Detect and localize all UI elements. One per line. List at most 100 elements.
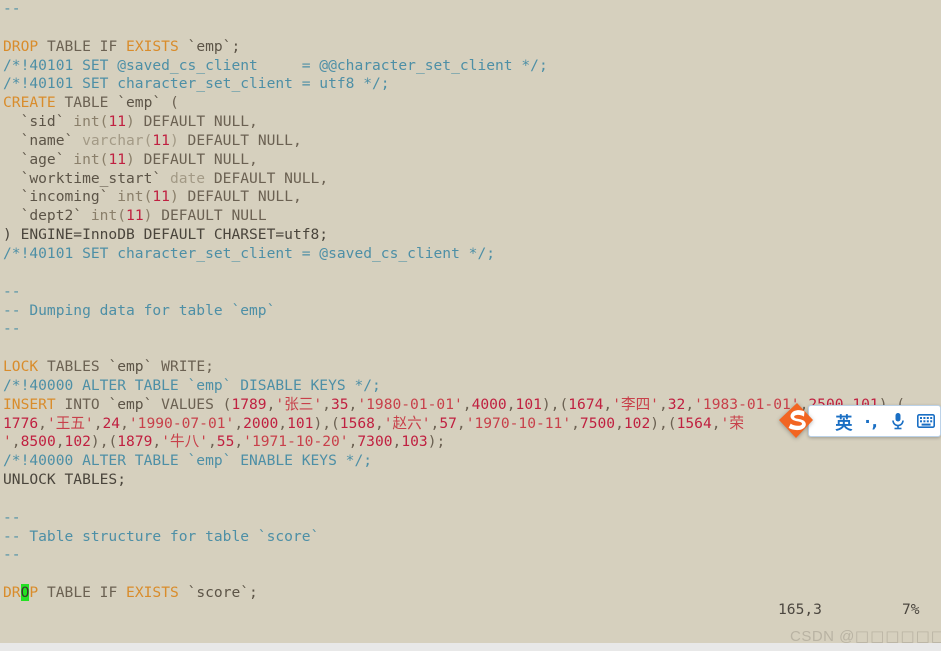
code-token: 24 xyxy=(102,414,121,432)
code-token: int( xyxy=(73,150,109,168)
code-token: 1776 xyxy=(3,414,39,432)
code-token: ); xyxy=(427,433,446,451)
code-token: WRITE; xyxy=(152,358,214,376)
scroll-percent-indicator: 7% xyxy=(902,601,920,618)
code-line: -- Table structure for table `score` xyxy=(0,528,941,547)
code-token: UNLOCK TABLES; xyxy=(3,471,127,489)
code-token: `emp` xyxy=(117,94,162,112)
code-token: 8500 xyxy=(20,433,56,451)
code-token: `name` xyxy=(3,131,83,149)
page-bottom-strip xyxy=(0,643,941,651)
code-token: TABLES xyxy=(38,358,109,376)
code-token: `sid` xyxy=(3,113,74,131)
code-line xyxy=(0,339,941,358)
code-token: `incoming` xyxy=(3,188,118,206)
code-line: CREATE TABLE `emp` ( xyxy=(0,94,941,113)
code-token: TABLE xyxy=(55,94,118,112)
code-line: /*!40000 ALTER TABLE `emp` ENABLE KEYS *… xyxy=(0,452,941,471)
code-token: -- xyxy=(3,282,21,300)
code-token: EXISTS xyxy=(126,37,179,55)
code-token: `dept2` xyxy=(3,207,91,225)
code-line xyxy=(0,264,941,283)
code-token: '牛八' xyxy=(161,433,208,451)
code-line: ) ENGINE=InnoDB DEFAULT CHARSET=utf8; xyxy=(0,226,941,245)
code-token: 103 xyxy=(401,433,428,451)
code-line: -- xyxy=(0,546,941,565)
code-token: `worktime_start` xyxy=(3,169,170,187)
code-token: CREATE xyxy=(3,94,56,112)
code-token: 101 xyxy=(515,395,542,413)
code-token: 1789 xyxy=(231,395,267,413)
code-token: 1564 xyxy=(676,414,712,432)
ime-punctuation-toggle-button[interactable]: ·, xyxy=(859,406,885,436)
code-token: LOCK xyxy=(3,358,39,376)
code-token: DR xyxy=(3,584,21,602)
code-token: , xyxy=(234,433,244,451)
code-token: '王五' xyxy=(46,414,94,432)
code-token: , xyxy=(506,395,516,413)
code-token: -- Table structure for table `score` xyxy=(3,527,320,545)
sogou-logo-icon[interactable] xyxy=(775,400,817,442)
code-token: '赵六' xyxy=(383,414,431,432)
code-token: `age` xyxy=(3,150,74,168)
microphone-icon[interactable] xyxy=(885,406,913,436)
code-token: /*!40000 ALTER TABLE `emp` DISABLE KEYS … xyxy=(3,376,381,394)
code-token: DEFAULT NULL xyxy=(152,207,267,225)
code-token: , xyxy=(685,395,695,413)
keyboard-icon[interactable] xyxy=(912,406,940,436)
code-token: DROP xyxy=(3,37,39,55)
code-line: /*!40000 ALTER TABLE `emp` DISABLE KEYS … xyxy=(0,377,941,396)
code-token: date xyxy=(169,169,206,187)
code-token: ) xyxy=(169,131,179,149)
code-line xyxy=(0,565,941,584)
code-token: 7300 xyxy=(357,433,393,451)
csdn-watermark: CSDN @□□□□□□ xyxy=(790,627,941,643)
vim-status-line: 165,3 7% xyxy=(0,600,941,620)
code-token: EXISTS xyxy=(126,584,179,602)
code-token: , xyxy=(93,414,103,432)
code-text-area[interactable]: -- DROP TABLE IF EXISTS `emp`;/*!40101 S… xyxy=(0,0,941,603)
code-line: `incoming` int(11) DEFAULT NULL, xyxy=(0,188,941,207)
code-token: 57 xyxy=(439,414,457,432)
code-token: , xyxy=(55,433,65,451)
code-token: P xyxy=(29,584,39,602)
code-token: , xyxy=(322,395,331,413)
code-token: int( xyxy=(73,113,109,131)
code-token: DEFAULT NULL, xyxy=(134,150,258,168)
code-token: DEFAULT NULL, xyxy=(134,113,258,131)
code-token: 1879 xyxy=(117,433,153,451)
code-token: INTO xyxy=(55,395,109,413)
code-token: ),( xyxy=(313,414,340,432)
code-token: '荣 xyxy=(720,414,744,432)
code-token: , xyxy=(374,414,384,432)
code-token: '1990-07-01' xyxy=(128,414,235,432)
code-token: `emp` xyxy=(108,358,153,376)
code-line: `worktime_start` date DEFAULT NULL, xyxy=(0,170,941,189)
code-token: , xyxy=(207,433,217,451)
code-token: 1674 xyxy=(568,395,604,413)
code-token: '1980-01-01' xyxy=(357,395,463,413)
code-token: /*!40101 SET character_set_client = utf8… xyxy=(3,75,390,93)
code-line xyxy=(0,490,941,509)
code-token: DEFAULT NULL, xyxy=(178,131,302,149)
code-token: int( xyxy=(117,188,153,206)
code-token: , xyxy=(278,414,288,432)
code-token: 102 xyxy=(64,433,91,451)
code-token: ),( xyxy=(541,395,569,413)
code-token: `score`; xyxy=(178,584,258,602)
vim-editor-window[interactable]: -- DROP TABLE IF EXISTS `emp`;/*!40101 S… xyxy=(0,0,941,643)
code-token: int( xyxy=(90,207,127,225)
code-token: 11 xyxy=(152,131,170,149)
code-token: /*!40000 ALTER TABLE `emp` ENABLE KEYS *… xyxy=(3,452,373,470)
code-token: , xyxy=(38,414,47,432)
code-token: ),( xyxy=(90,433,118,451)
code-token: , xyxy=(603,395,613,413)
code-token: '张三' xyxy=(275,395,323,413)
code-token: varchar( xyxy=(82,131,153,149)
sogou-ime-toolbar[interactable]: 英 ·, xyxy=(808,405,941,437)
code-token: INSERT xyxy=(3,395,56,413)
code-token: /*!40101 SET @saved_cs_client = @@charac… xyxy=(3,56,548,74)
code-line: `sid` int(11) DEFAULT NULL, xyxy=(0,113,941,132)
ime-language-mode-button[interactable]: 英 xyxy=(829,406,859,436)
